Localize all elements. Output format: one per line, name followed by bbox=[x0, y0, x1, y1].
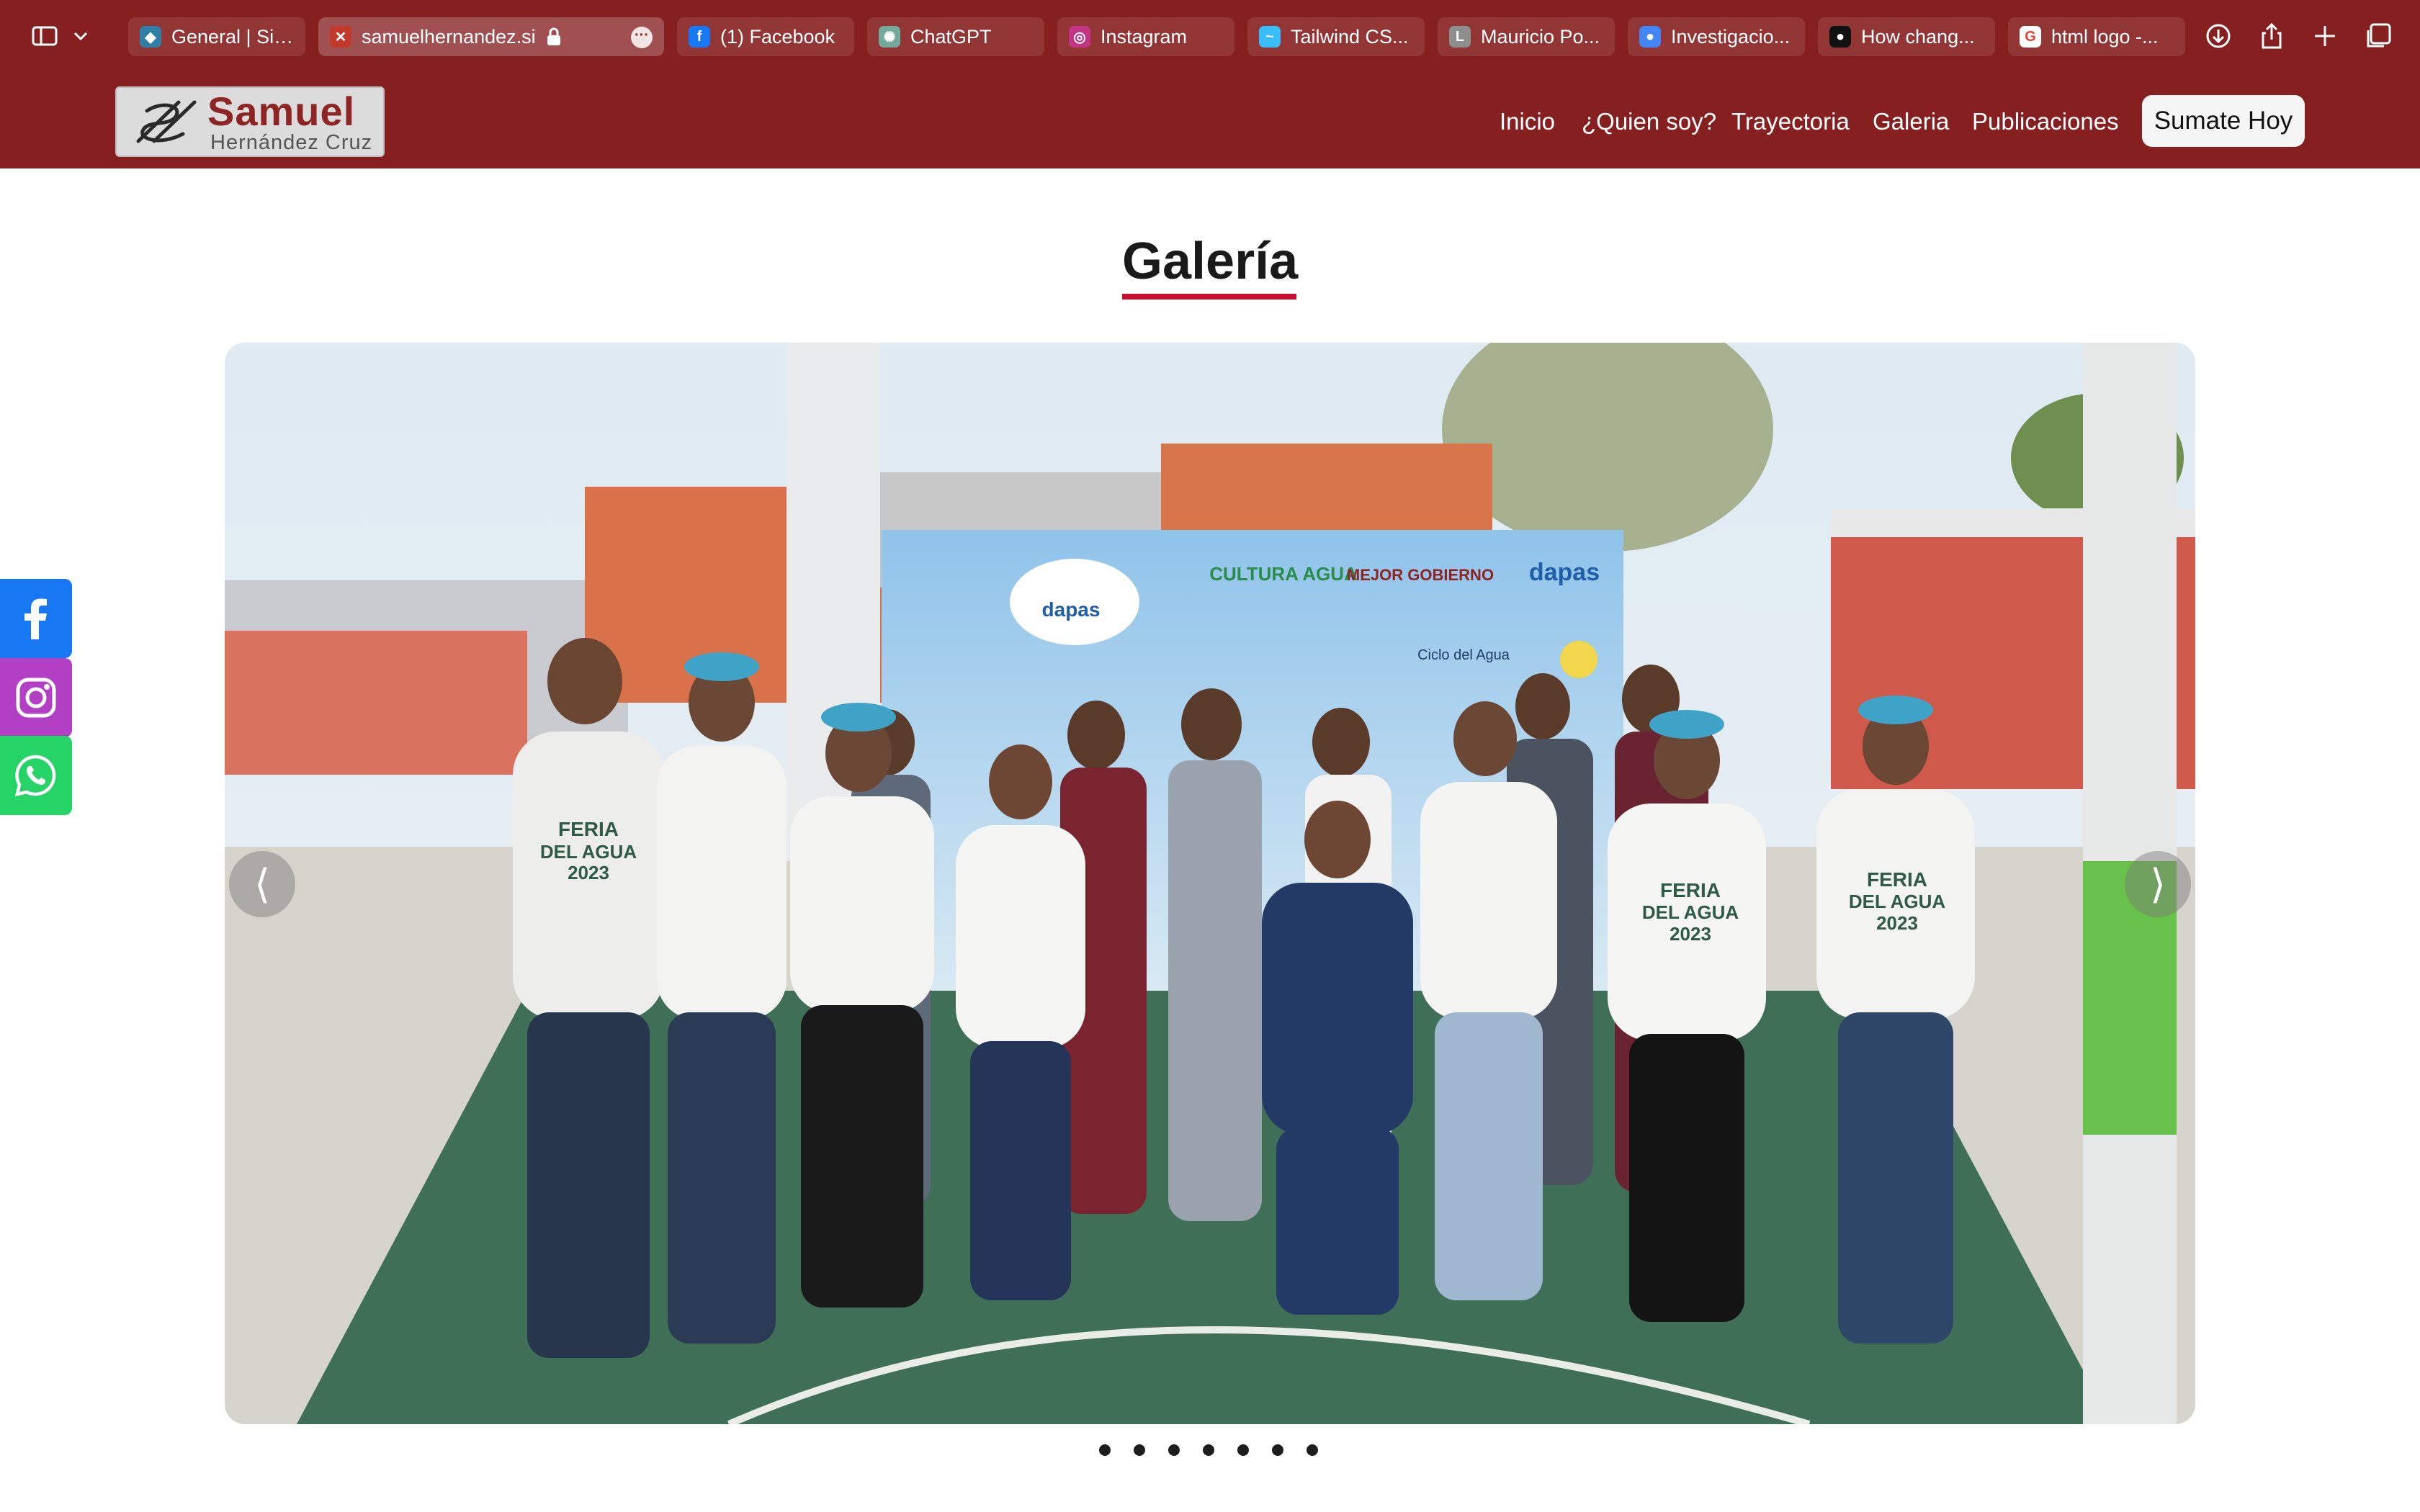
diamond-icon: ◆ bbox=[140, 26, 161, 48]
shirt-text: 2023 bbox=[568, 862, 609, 883]
gallery-photo: dapas CULTURA AGUA MEJOR GOBIERNO dapas … bbox=[225, 343, 2195, 1424]
carousel-prev-button[interactable]: ⟨ bbox=[229, 851, 295, 917]
carousel-dot[interactable] bbox=[1237, 1444, 1249, 1456]
github-icon: ● bbox=[1829, 26, 1851, 48]
carousel-dot[interactable] bbox=[1099, 1444, 1111, 1456]
site-favicon-icon: ✕ bbox=[330, 26, 351, 48]
nav-quien-soy[interactable]: ¿Quien soy? bbox=[1582, 108, 1716, 135]
nav-trayectoria[interactable]: Trayectoria bbox=[1731, 108, 1850, 135]
browser-toolbar: ◆ General | Sit... ✕ samuelhernandez.si … bbox=[0, 0, 2420, 73]
facebook-icon: f bbox=[689, 26, 710, 48]
tab-label: Mauricio Po... bbox=[1481, 25, 1600, 48]
facebook-icon bbox=[24, 598, 47, 639]
tab-label: (1) Facebook bbox=[720, 25, 835, 48]
facebook-link[interactable] bbox=[0, 579, 72, 658]
tab-label: ChatGPT bbox=[910, 25, 992, 48]
carousel-dot[interactable] bbox=[1168, 1444, 1180, 1456]
nav-inicio[interactable]: Inicio bbox=[1500, 108, 1555, 135]
carousel-dot[interactable] bbox=[1203, 1444, 1214, 1456]
carousel-dot[interactable] bbox=[1307, 1444, 1318, 1456]
tab-label: How chang... bbox=[1861, 25, 1975, 48]
site-logo[interactable]: Samuel Hernández Cruz bbox=[115, 86, 385, 157]
carousel-dot[interactable] bbox=[1134, 1444, 1145, 1456]
banner-brand-text: dapas bbox=[1042, 598, 1101, 621]
logo-name: Samuel bbox=[207, 89, 356, 134]
tab-tailwind[interactable]: ~ Tailwind CS... bbox=[1247, 17, 1425, 56]
tab-instagram[interactable]: ◎ Instagram bbox=[1057, 17, 1234, 56]
sidebar-toggle-icon[interactable] bbox=[27, 19, 62, 53]
page-title: Galería bbox=[1122, 233, 1299, 290]
shirt-text: FERIA bbox=[1867, 868, 1927, 891]
new-tab-icon[interactable] bbox=[2308, 19, 2342, 53]
share-icon[interactable] bbox=[2254, 19, 2289, 53]
shirt-text: FERIA bbox=[558, 818, 619, 840]
letter-l-icon: L bbox=[1449, 26, 1471, 48]
tab-general[interactable]: ◆ General | Sit... bbox=[128, 17, 305, 56]
tailwind-icon: ~ bbox=[1259, 26, 1281, 48]
gallery-carousel[interactable]: dapas CULTURA AGUA MEJOR GOBIERNO dapas … bbox=[225, 343, 2195, 1424]
instagram-icon bbox=[16, 678, 56, 718]
instagram-icon: ◎ bbox=[1069, 26, 1090, 48]
shirt-text: 2023 bbox=[1670, 923, 1711, 945]
circle-icon: ● bbox=[1639, 26, 1661, 48]
tab-overview-icon[interactable] bbox=[2361, 19, 2396, 53]
nav-galeria[interactable]: Galeria bbox=[1873, 108, 1949, 135]
shirt-text: 2023 bbox=[1876, 912, 1918, 934]
tab-samuelhernandez[interactable]: ✕ samuelhernandez.si ··· bbox=[318, 17, 664, 56]
lock-icon bbox=[547, 27, 560, 45]
tab-label: Instagram bbox=[1101, 25, 1188, 48]
signature-logo-icon bbox=[136, 100, 197, 143]
carousel-next-button[interactable]: ⟩ bbox=[2125, 851, 2191, 917]
instagram-link[interactable] bbox=[0, 658, 72, 737]
chatgpt-icon: ✺ bbox=[879, 26, 900, 48]
tab-label: samuelhernandez.si bbox=[362, 25, 536, 48]
nav-publicaciones[interactable]: Publicaciones bbox=[1972, 108, 2119, 135]
tab-label: General | Sit... bbox=[171, 25, 294, 48]
shirt-text: FERIA bbox=[1660, 879, 1721, 901]
tab-investigacion[interactable]: ● Investigacio... bbox=[1628, 17, 1805, 56]
banner-logo-gobierno: MEJOR GOBIERNO bbox=[1347, 566, 1494, 584]
site-header: Samuel Hernández Cruz Inicio ¿Quien soy?… bbox=[0, 73, 2420, 168]
chevron-down-icon[interactable] bbox=[66, 19, 95, 53]
tab-chatgpt[interactable]: ✺ ChatGPT bbox=[867, 17, 1044, 56]
logo-subtitle: Hernández Cruz bbox=[210, 131, 373, 154]
shirt-text: DEL AGUA bbox=[1849, 891, 1946, 912]
tab-github[interactable]: ● How chang... bbox=[1818, 17, 1995, 56]
whatsapp-link[interactable] bbox=[0, 736, 72, 815]
whatsapp-icon bbox=[14, 755, 56, 797]
carousel-dot[interactable] bbox=[1272, 1444, 1283, 1456]
banner-caption: Ciclo del Agua bbox=[1417, 647, 1510, 663]
tab-label: Tailwind CS... bbox=[1291, 25, 1409, 48]
tab-facebook[interactable]: f (1) Facebook bbox=[677, 17, 854, 56]
banner-logo-dapas: dapas bbox=[1529, 559, 1600, 586]
more-icon[interactable]: ··· bbox=[631, 27, 653, 48]
shirt-text: DEL AGUA bbox=[1642, 901, 1739, 923]
google-icon: G bbox=[2020, 26, 2041, 48]
title-underline bbox=[1122, 294, 1296, 300]
tab-mauricio[interactable]: L Mauricio Po... bbox=[1438, 17, 1615, 56]
tab-label: html logo -... bbox=[2051, 25, 2159, 48]
shirt-text: DEL AGUA bbox=[540, 841, 637, 863]
tab-label: Investigacio... bbox=[1671, 25, 1791, 48]
sumate-hoy-button[interactable]: Sumate Hoy bbox=[2142, 95, 2305, 147]
banner-logo-cultura: CULTURA AGUA bbox=[1209, 563, 1358, 585]
download-icon[interactable] bbox=[2201, 19, 2236, 53]
tab-html-logo[interactable]: G html logo -... bbox=[2008, 17, 2185, 56]
